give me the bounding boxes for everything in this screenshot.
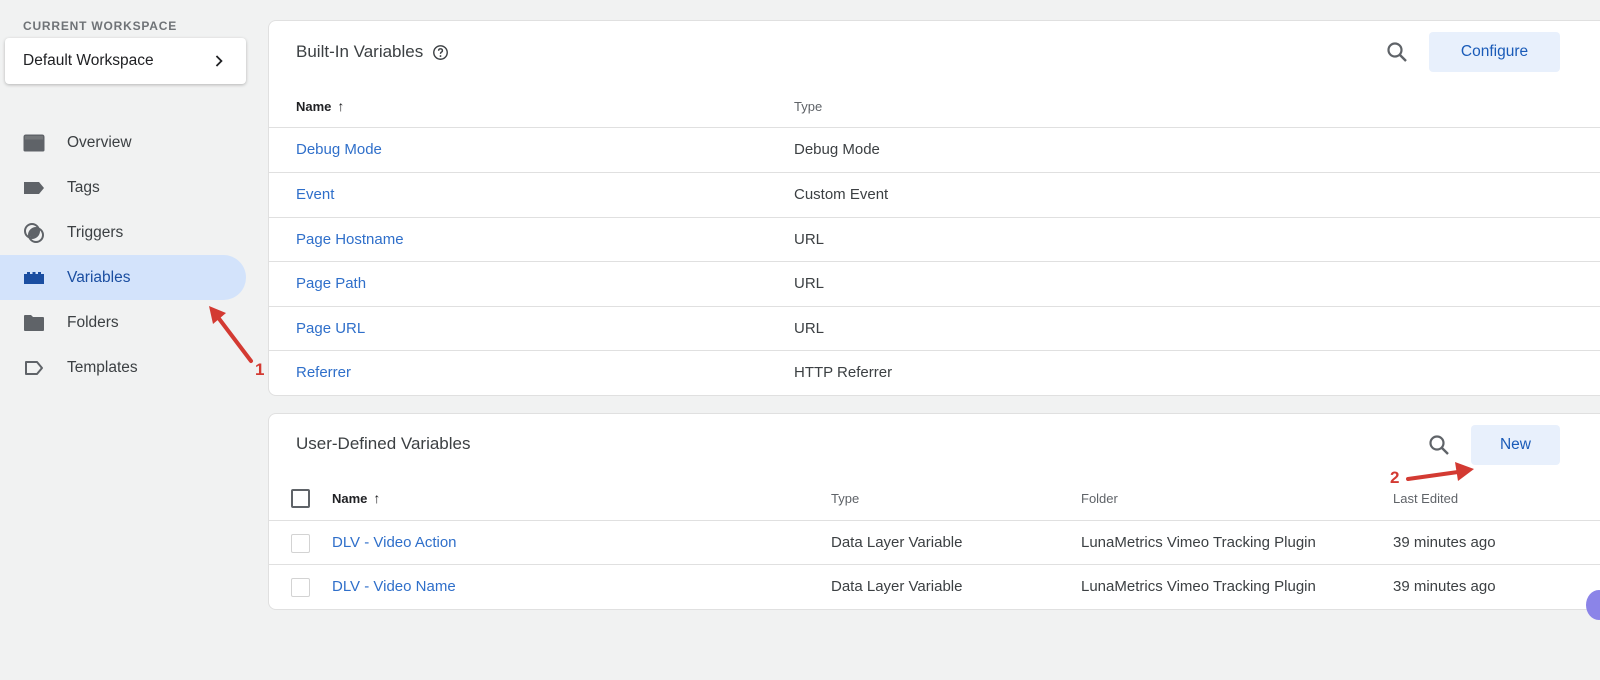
- variable-type: Data Layer Variable: [831, 578, 963, 595]
- user-defined-variables-card: User-Defined Variables New Name ↑ Type F…: [268, 413, 1600, 610]
- variable-type: URL: [794, 231, 825, 248]
- builtin-variables-title: Built-In Variables: [296, 42, 449, 62]
- sidebar-item-label: Overview: [67, 133, 132, 151]
- sidebar-item-label: Templates: [67, 358, 138, 376]
- annotation-step-1: 1: [255, 360, 265, 379]
- variable-name-link[interactable]: Referrer: [296, 364, 351, 381]
- select-all-checkbox[interactable]: [291, 489, 310, 508]
- sidebar-item-label: Tags: [67, 178, 100, 196]
- variable-folder: LunaMetrics Vimeo Tracking Plugin: [1081, 578, 1316, 595]
- column-name-label: Name: [296, 98, 332, 114]
- table-row: DLV - Video Action Data Layer Variable L…: [269, 520, 1600, 565]
- template-icon: [22, 356, 46, 380]
- sidebar-item-overview[interactable]: Overview: [0, 120, 246, 165]
- variable-type: Debug Mode: [794, 141, 880, 158]
- variable-name-link[interactable]: DLV - Video Name: [332, 578, 456, 595]
- table-row: Referrer HTTP Referrer: [269, 350, 1600, 395]
- variable-name-link[interactable]: DLV - Video Action: [332, 534, 457, 551]
- folder-icon: [22, 311, 46, 335]
- user-defined-title: User-Defined Variables: [296, 434, 471, 453]
- annotation-arrow-1: [209, 306, 253, 363]
- table-row: Event Custom Event: [269, 172, 1600, 217]
- variable-last-edited: 39 minutes ago: [1393, 578, 1496, 595]
- trigger-icon: [22, 221, 46, 245]
- overview-icon: [22, 131, 46, 155]
- variable-last-edited: 39 minutes ago: [1393, 534, 1496, 551]
- sidebar-item-label: Triggers: [67, 223, 124, 241]
- variable-folder: LunaMetrics Vimeo Tracking Plugin: [1081, 534, 1316, 551]
- variable-name-link[interactable]: Page URL: [296, 320, 365, 337]
- workspace-selector[interactable]: Default Workspace: [5, 38, 246, 84]
- sort-arrow-up-icon: ↑: [373, 490, 381, 506]
- sidebar-item-triggers[interactable]: Triggers: [0, 210, 246, 255]
- workspace-name: Default Workspace: [23, 52, 154, 69]
- new-variable-button[interactable]: New: [1471, 425, 1560, 465]
- variable-name-link[interactable]: Page Path: [296, 275, 366, 292]
- search-icon[interactable]: [1385, 40, 1409, 64]
- column-header-type: Type: [831, 491, 860, 506]
- variable-name-link[interactable]: Debug Mode: [296, 141, 382, 158]
- sort-arrow-up-icon: ↑: [337, 98, 345, 114]
- annotation-arrow-2: [1406, 462, 1474, 481]
- variable-name-link[interactable]: Event: [296, 186, 334, 203]
- tag-icon: [22, 176, 46, 200]
- annotation-step-2: 2: [1390, 468, 1400, 487]
- column-header-folder: Folder: [1081, 491, 1118, 506]
- table-row: Page Path URL: [269, 261, 1600, 306]
- chevron-right-icon: [215, 55, 223, 67]
- row-checkbox[interactable]: [291, 534, 310, 553]
- variables-icon: [22, 266, 46, 290]
- row-checkbox[interactable]: [291, 578, 310, 597]
- table-row: DLV - Video Name Data Layer Variable Lun…: [269, 564, 1600, 609]
- help-icon[interactable]: [432, 44, 449, 61]
- sidebar-item-tags[interactable]: Tags: [0, 165, 246, 210]
- builtin-title-text: Built-In Variables: [296, 42, 424, 61]
- variable-type: URL: [794, 275, 825, 292]
- configure-button[interactable]: Configure: [1429, 32, 1560, 72]
- column-header-type: Type: [794, 99, 823, 114]
- variable-type: Data Layer Variable: [831, 534, 963, 551]
- column-header-last-edited: Last Edited: [1393, 491, 1459, 506]
- column-name-label: Name: [332, 490, 368, 506]
- variable-name-link[interactable]: Page Hostname: [296, 231, 404, 248]
- variable-type: Custom Event: [794, 186, 889, 203]
- search-icon[interactable]: [1427, 433, 1451, 457]
- table-row: Debug Mode Debug Mode: [269, 127, 1600, 172]
- variable-type: HTTP Referrer: [794, 364, 893, 381]
- workspace-label: CURRENT WORKSPACE: [23, 19, 178, 33]
- floating-action-button-edge[interactable]: [1586, 590, 1600, 620]
- sidebar-item-variables[interactable]: Variables: [0, 255, 246, 300]
- variable-type: URL: [794, 320, 825, 337]
- builtin-variables-card: Built-In Variables Configure Name ↑ Type…: [268, 20, 1600, 396]
- table-row: Page URL URL: [269, 306, 1600, 351]
- column-header-name[interactable]: Name ↑: [332, 490, 380, 506]
- sidebar-item-label: Variables: [67, 268, 131, 286]
- sidebar-item-label: Folders: [67, 313, 119, 331]
- column-header-name[interactable]: Name ↑: [296, 98, 344, 114]
- table-row: Page Hostname URL: [269, 217, 1600, 262]
